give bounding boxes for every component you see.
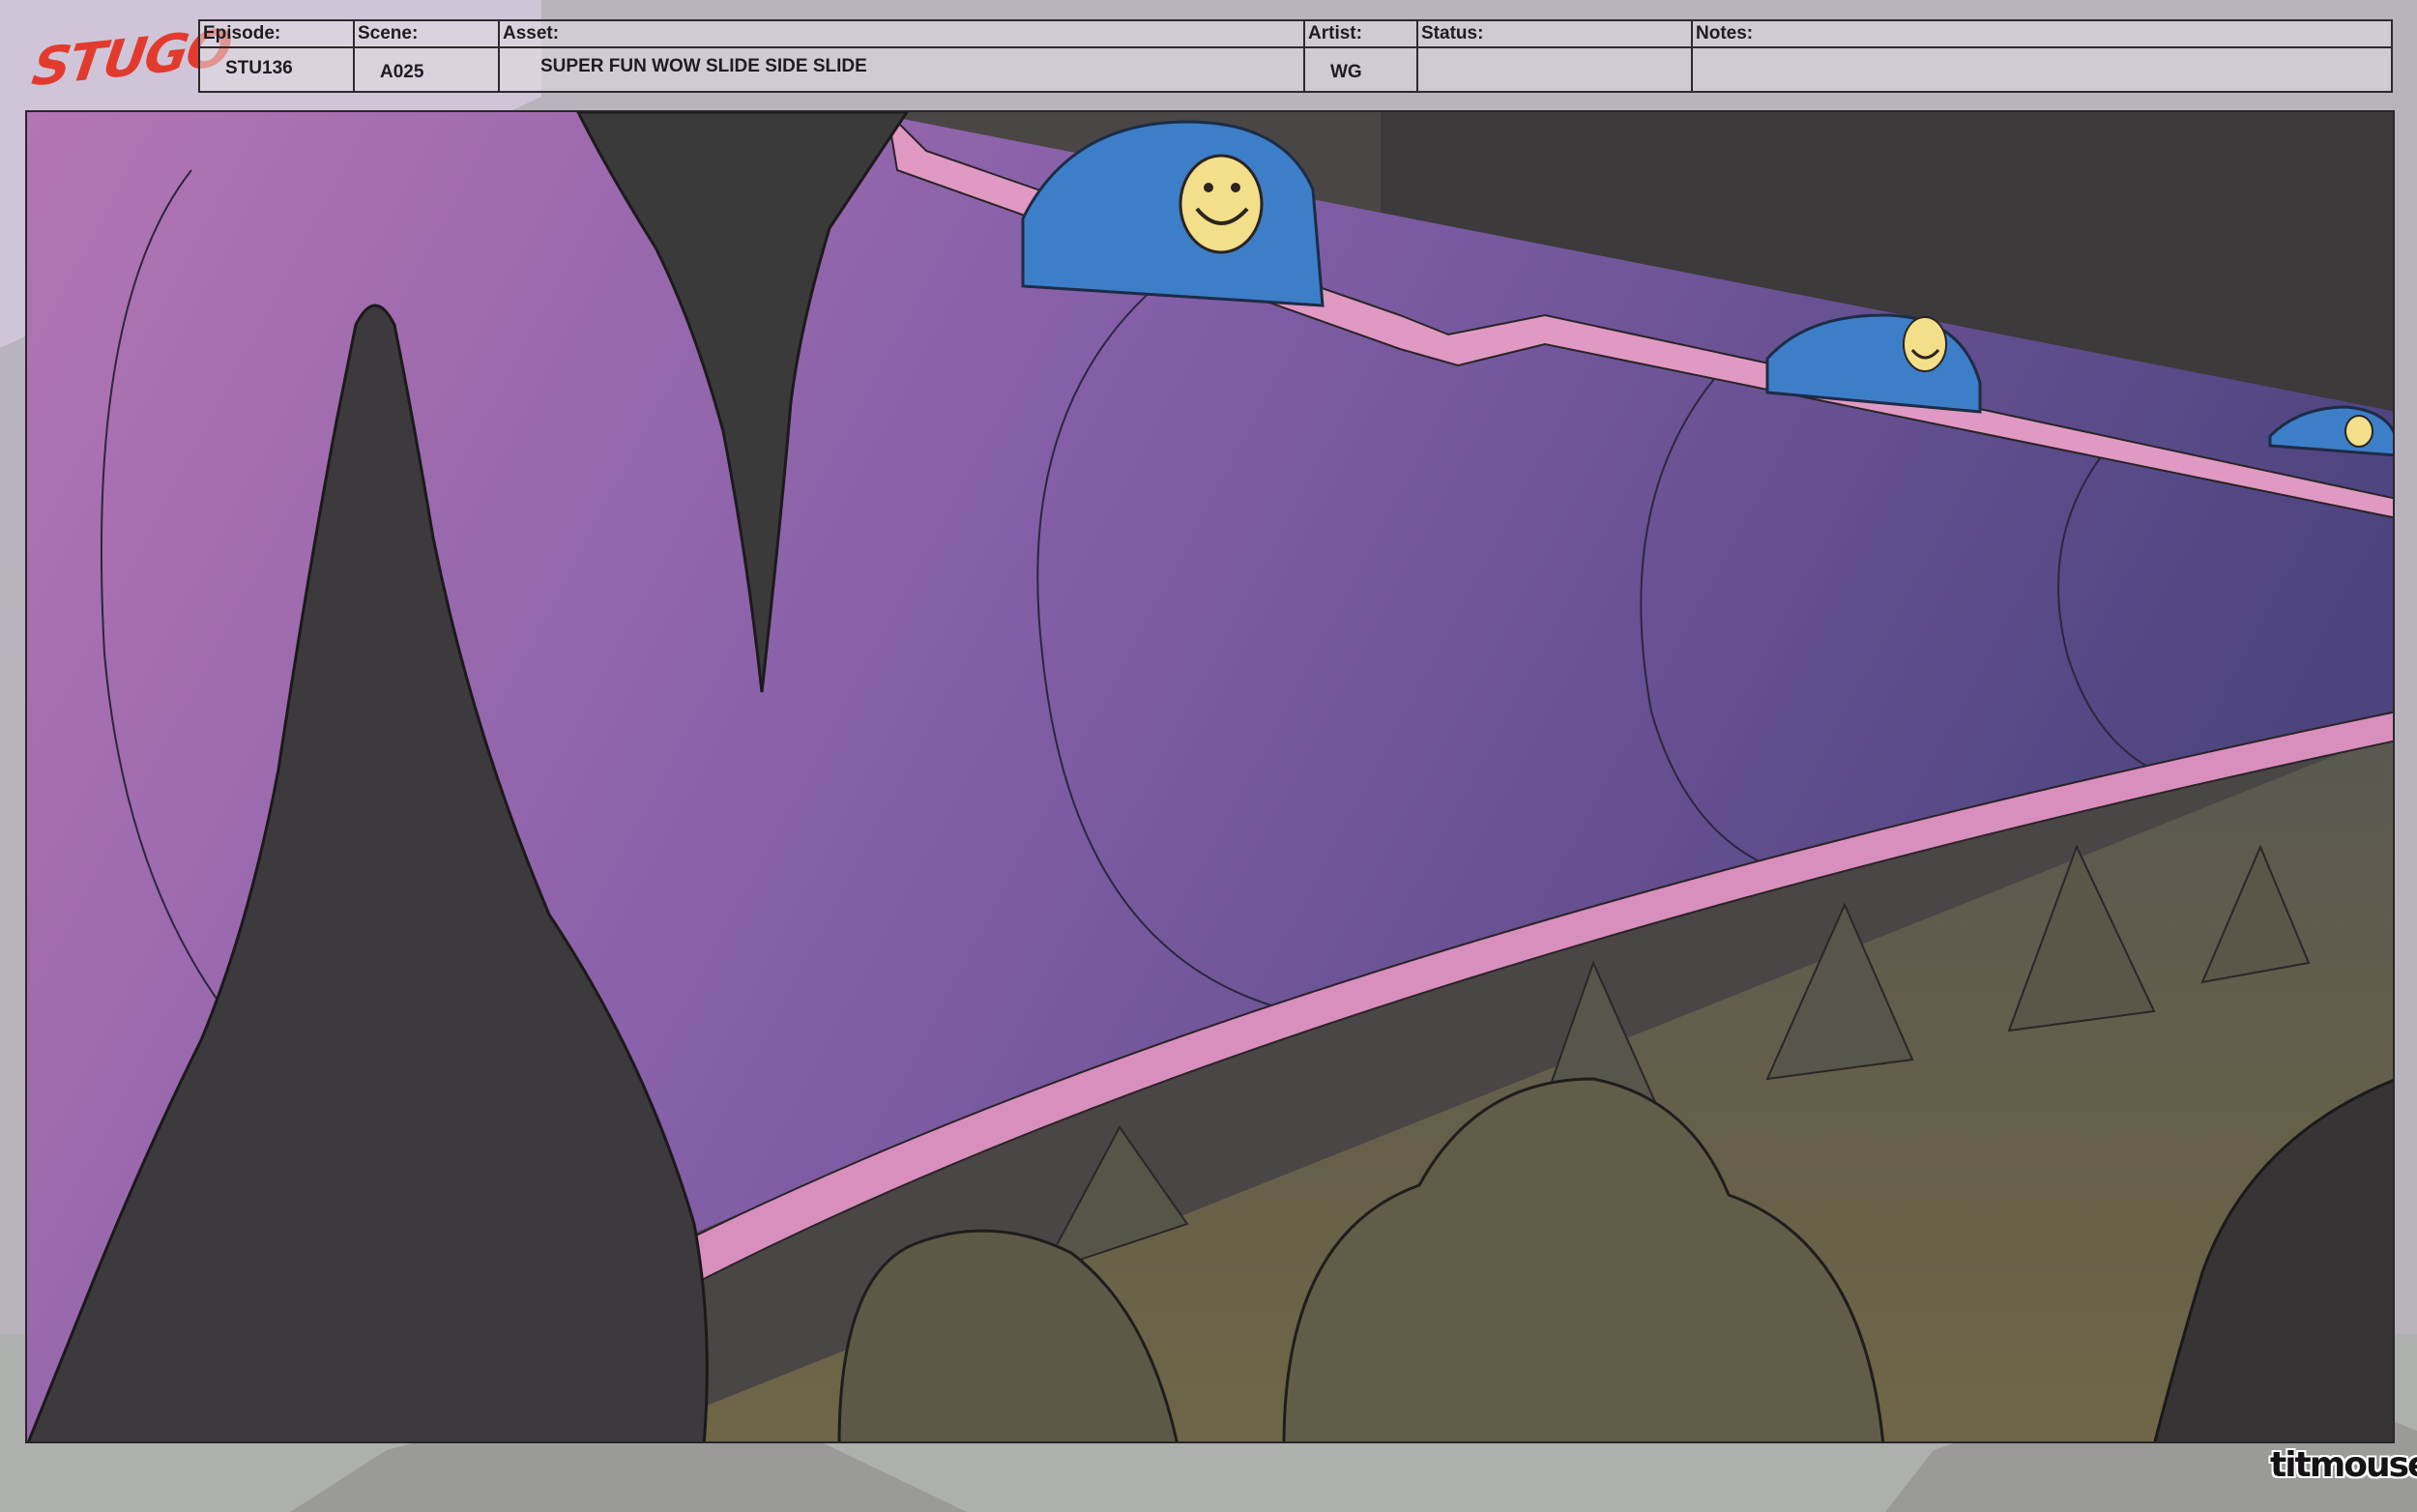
scene-cell: Scene: A025 <box>355 21 500 91</box>
episode-value: STU136 <box>225 58 293 78</box>
notes-cell: Notes: <box>1693 21 2391 91</box>
episode-cell: Episode: STU136 <box>200 21 355 91</box>
artist-cell: Artist: WG <box>1305 21 1418 91</box>
asset-label: Asset: <box>503 23 560 44</box>
asset-cell: Asset: SUPER FUN WOW SLIDE SIDE SLIDE <box>500 21 1305 91</box>
status-label: Status: <box>1421 23 1484 44</box>
scene-label: Scene: <box>358 23 419 44</box>
artist-value: WG <box>1330 62 1362 82</box>
stugo-logo: STUGO <box>28 16 235 99</box>
titmouse-logo: titmouse <box>2270 1445 2417 1485</box>
cave-slide-illustration <box>27 112 2393 1441</box>
asset-value: SUPER FUN WOW SLIDE SIDE SLIDE <box>540 56 867 76</box>
notes-label: Notes: <box>1696 23 1754 44</box>
scene-value: A025 <box>380 62 424 82</box>
episode-label: Episode: <box>203 23 281 44</box>
background-art-frame <box>25 110 2395 1443</box>
smiley-face-icon <box>1179 154 1264 254</box>
artist-label: Artist: <box>1308 23 1362 44</box>
slate-header: Episode: STU136 Scene: A025 Asset: SUPER… <box>198 19 2393 93</box>
status-cell: Status: <box>1418 21 1693 91</box>
